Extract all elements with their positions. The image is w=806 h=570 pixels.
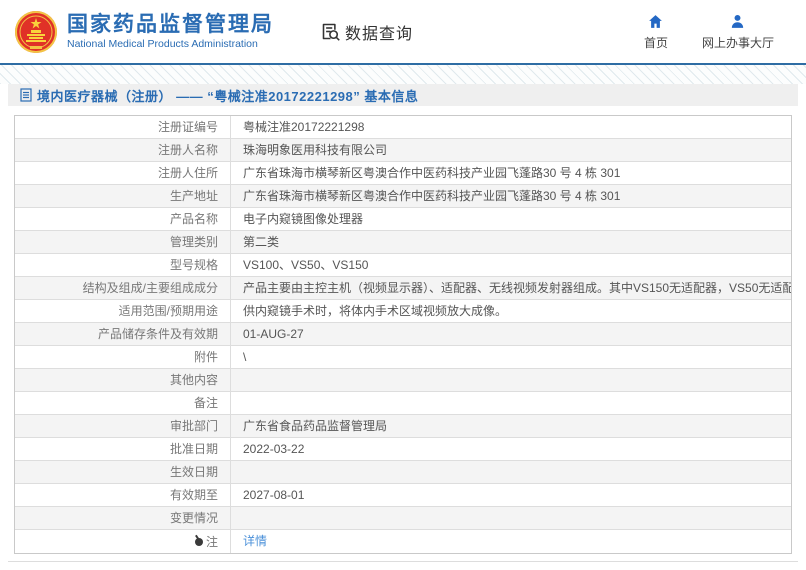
document-search-icon xyxy=(322,23,340,41)
field-label: 适用范围/预期用途 xyxy=(15,300,231,322)
field-value: 01-AUG-27 xyxy=(243,327,304,341)
field-label: 产品储存条件及有效期 xyxy=(15,323,231,345)
table-row: 有效期至 2027-08-01 xyxy=(15,484,791,507)
nav-service-hall-label: 网上办事大厅 xyxy=(701,35,774,50)
nav-home-label: 首页 xyxy=(643,35,668,50)
header-nav: 首页 网上办事大厅 xyxy=(644,13,792,51)
field-label: 结构及组成/主要组成成分 xyxy=(15,277,231,299)
field-label: 注册人住所 xyxy=(15,162,231,184)
field-label: 产品名称 xyxy=(15,208,231,230)
table-row: 注详情 xyxy=(15,530,791,553)
table-row: 管理类别 第二类 xyxy=(15,231,791,254)
field-value: 供内窥镜手术时，将体内手术区域视频放大成像。 xyxy=(243,304,508,318)
field-value: 广东省珠海市横琴新区粤澳合作中医药科技产业园飞蓬路30 号 4 栋 301 xyxy=(243,189,621,203)
brand-block: 国家药品监督管理局 National Medical Products Admi… xyxy=(67,13,274,51)
table-row: 产品名称 电子内窥镜图像处理器 xyxy=(15,208,791,231)
data-query-button[interactable]: 数据查询 xyxy=(320,20,413,44)
field-value: 产品主要由主控主机（视频显示器）、适配器、无线视频发射器组成。其中VS150无适… xyxy=(243,281,791,295)
home-icon xyxy=(649,14,663,28)
field-value: 珠海明象医用科技有限公司 xyxy=(243,143,388,157)
field-label: 注册人名称 xyxy=(15,139,231,161)
field-value: 广东省食品药品监督管理局 xyxy=(243,419,388,433)
table-row: 变更情况 xyxy=(15,507,791,530)
pin-icon xyxy=(194,537,203,546)
field-value: 粤械注准20172221298 xyxy=(243,120,365,134)
page: 国家药品监督管理局 National Medical Products Admi… xyxy=(0,0,806,570)
data-query-label: 数据查询 xyxy=(345,25,414,43)
section-title-bar: 境内医疗器械（注册） —— “粤械注准20172221298” 基本信息 xyxy=(8,84,798,106)
field-label: 注 xyxy=(15,530,231,553)
table-row: 其他内容 xyxy=(15,369,791,392)
field-label: 其他内容 xyxy=(15,369,231,391)
table-row: 适用范围/预期用途 供内窥镜手术时，将体内手术区域视频放大成像。 xyxy=(15,300,791,323)
document-icon xyxy=(20,88,32,102)
table-row: 注册人住所 广东省珠海市横琴新区粤澳合作中医药科技产业园飞蓬路30 号 4 栋 3… xyxy=(15,162,791,185)
field-value xyxy=(231,461,791,483)
field-label: 型号规格 xyxy=(15,254,231,276)
field-value: 广东省珠海市横琴新区粤澳合作中医药科技产业园飞蓬路30 号 4 栋 301 xyxy=(243,166,621,180)
field-label: 备注 xyxy=(15,392,231,414)
field-label: 生产地址 xyxy=(15,185,231,207)
footer-divider xyxy=(8,561,798,562)
field-value xyxy=(231,507,791,529)
field-label: 有效期至 xyxy=(15,484,231,506)
table-row: 附件 \ xyxy=(15,346,791,369)
table-row: 审批部门 广东省食品药品监督管理局 xyxy=(15,415,791,438)
field-value: 2022-03-22 xyxy=(243,442,305,456)
nav-online-service-hall[interactable]: 网上办事大厅 xyxy=(702,13,774,51)
field-value: 2027-08-01 xyxy=(243,488,305,502)
table-row: 备注 xyxy=(15,392,791,415)
field-value: VS100、VS50、VS150 xyxy=(243,258,369,272)
field-value: 电子内窥镜图像处理器 xyxy=(243,212,364,226)
field-label: 生效日期 xyxy=(15,461,231,483)
page-title: 境内医疗器械（注册） —— “粤械注准20172221298” 基本信息 xyxy=(37,88,419,104)
person-icon xyxy=(732,14,744,28)
field-label: 审批部门 xyxy=(15,415,231,437)
site-subtitle: National Medical Products Administration xyxy=(67,37,258,50)
header: 国家药品监督管理局 National Medical Products Admi… xyxy=(0,0,806,63)
nav-home[interactable]: 首页 xyxy=(644,13,668,51)
table-row: 结构及组成/主要组成成分 产品主要由主控主机（视频显示器）、适配器、无线视频发射器… xyxy=(15,277,791,300)
field-label: 批准日期 xyxy=(15,438,231,460)
field-value xyxy=(231,392,791,414)
table-row: 注册证编号 粤械注准20172221298 xyxy=(15,116,791,139)
detail-link[interactable]: 详情 xyxy=(243,534,267,548)
field-label: 变更情况 xyxy=(15,507,231,529)
field-value: 详情 xyxy=(231,530,791,553)
table-row: 生产地址 广东省珠海市横琴新区粤澳合作中医药科技产业园飞蓬路30 号 4 栋 30… xyxy=(15,185,791,208)
field-label: 附件 xyxy=(15,346,231,368)
table-row: 型号规格 VS100、VS50、VS150 xyxy=(15,254,791,277)
site-title: 国家药品监督管理局 xyxy=(67,12,274,36)
field-value: 第二类 xyxy=(243,235,280,249)
hatched-strip xyxy=(0,65,806,84)
field-value xyxy=(231,369,791,391)
table-row: 批准日期 2022-03-22 xyxy=(15,438,791,461)
table-row: 注册人名称 珠海明象医用科技有限公司 xyxy=(15,139,791,162)
info-table: 注册证编号 粤械注准20172221298 注册人名称 珠海明象医用科技有限公司 注册人… xyxy=(14,115,792,554)
table-row: 产品储存条件及有效期 01-AUG-27 xyxy=(15,323,791,346)
field-label: 注册证编号 xyxy=(15,116,231,138)
national-emblem-logo xyxy=(15,10,57,53)
field-label: 管理类别 xyxy=(15,231,231,253)
table-row: 生效日期 xyxy=(15,461,791,484)
field-value: \ xyxy=(243,350,247,364)
